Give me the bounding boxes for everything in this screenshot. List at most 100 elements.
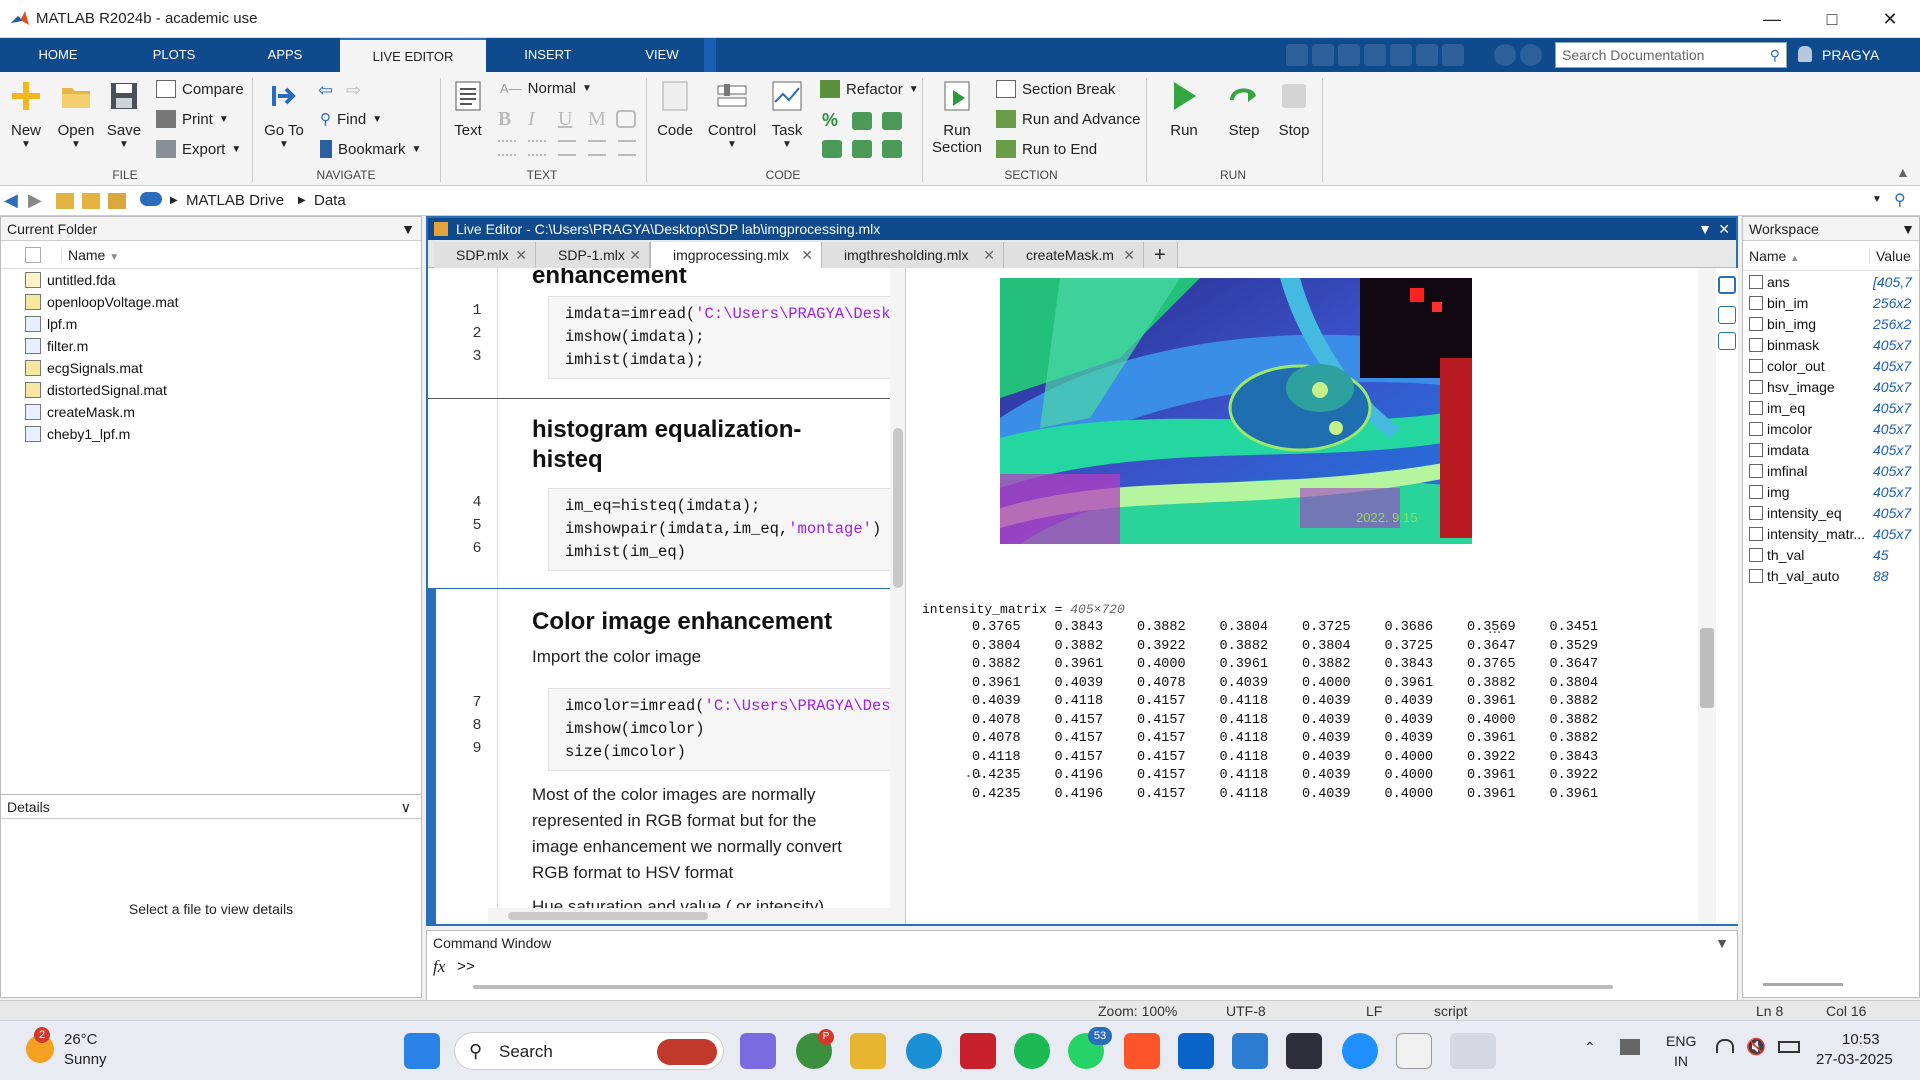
tab-home[interactable]: HOME xyxy=(20,38,96,72)
wifi-icon[interactable] xyxy=(1716,1039,1734,1053)
bold-button[interactable]: B xyxy=(498,108,511,131)
tab-close-icon[interactable]: ✕ xyxy=(983,242,995,268)
workspace-variable[interactable]: th_val 45 xyxy=(1743,544,1919,565)
mcafee-icon[interactable] xyxy=(960,1033,996,1069)
tab-apps[interactable]: APPS xyxy=(250,38,320,72)
workspace-variable[interactable]: intensity_eq 405x7 xyxy=(1743,502,1919,523)
text-style-dropdown[interactable]: A— Normal ▼ xyxy=(500,80,592,97)
compare-button[interactable]: Compare xyxy=(156,80,244,98)
align-left-icon[interactable] xyxy=(558,140,576,156)
figure-output[interactable]: 2022. 9.15 xyxy=(1000,278,1472,544)
tab-close-icon[interactable]: ✕ xyxy=(515,242,527,268)
code-block[interactable]: imdata=imread('C:\Users\PRAGYA\Deskt ims… xyxy=(548,296,905,379)
tab-close-icon[interactable]: ✕ xyxy=(629,242,641,268)
task-button[interactable]: Task ▼ xyxy=(764,80,810,150)
save-button[interactable]: Save ▼ xyxy=(104,80,144,150)
workspace-variable[interactable]: im_eq 405x7 xyxy=(1743,397,1919,418)
store-icon[interactable] xyxy=(1396,1033,1432,1069)
run-to-end-button[interactable]: Run to End xyxy=(996,140,1097,158)
tab-close-icon[interactable]: ✕ xyxy=(1123,242,1135,268)
file-item[interactable]: createMask.m xyxy=(1,401,421,423)
file-item[interactable]: cheby1_lpf.m xyxy=(1,423,421,445)
search-documentation-input[interactable]: Search Documentation ⚲ xyxy=(1555,42,1787,68)
run-and-advance-button[interactable]: Run and Advance xyxy=(996,110,1140,128)
matlab-taskbar-icon[interactable] xyxy=(1450,1033,1496,1069)
tab-view[interactable]: VIEW xyxy=(620,38,704,72)
search-folder-icon[interactable]: ⚲ xyxy=(1894,190,1906,210)
windows-start-icon[interactable] xyxy=(404,1033,440,1069)
ws-col-value[interactable]: Value xyxy=(1869,247,1911,264)
forward-icon[interactable]: ▶ xyxy=(28,190,42,211)
code-hscrollbar[interactable] xyxy=(488,908,905,924)
minimize-button[interactable]: — xyxy=(1744,0,1800,38)
taskbar-search[interactable]: ⚲ Search xyxy=(454,1032,724,1070)
clock-time[interactable]: 10:53 xyxy=(1842,1031,1880,1048)
spotify-icon[interactable] xyxy=(1014,1033,1050,1069)
forward-arrow-icon[interactable]: ⇨ xyxy=(346,80,366,100)
brave-icon[interactable] xyxy=(1124,1033,1160,1069)
workspace-variable[interactable]: bin_im 256x2 xyxy=(1743,292,1919,313)
tray-chevron-icon[interactable]: ⌃ xyxy=(1584,1039,1596,1056)
command-input[interactable] xyxy=(477,957,1727,979)
editor-menu-icon[interactable]: ▼ xyxy=(1698,218,1712,240)
bullet-list-icon[interactable] xyxy=(498,140,516,156)
panel-menu-icon[interactable]: ▼ xyxy=(401,217,415,241)
file-tab[interactable]: SDP.mlx ✕ xyxy=(434,242,536,268)
copy-quick-icon[interactable] xyxy=(1338,44,1360,66)
mathway-icon[interactable] xyxy=(1286,1033,1322,1069)
file-tab[interactable]: imgthresholding.mlx ✕ xyxy=(822,242,1004,268)
paste-quick-icon[interactable] xyxy=(1364,44,1386,66)
workspace-hscroll[interactable] xyxy=(1763,983,1843,986)
indent-icon[interactable] xyxy=(882,112,902,130)
switch-windows-icon[interactable] xyxy=(1442,44,1464,66)
file-item[interactable]: lpf.m xyxy=(1,313,421,335)
language-eng[interactable]: ENG xyxy=(1666,1033,1696,1049)
new-button[interactable]: New ▼ xyxy=(6,80,46,150)
user-menu[interactable]: PRAGYA xyxy=(1822,47,1879,63)
monospace-button[interactable]: M xyxy=(588,108,606,131)
code-button[interactable]: Code xyxy=(652,80,698,139)
column-name[interactable]: Name ▼ xyxy=(61,246,119,263)
file-tab-active[interactable]: imgprocessing.mlx ✕ xyxy=(650,242,822,268)
percent-icon[interactable]: % xyxy=(822,110,838,131)
output-scroll-thumb[interactable] xyxy=(1700,628,1714,708)
numbered-list-icon[interactable] xyxy=(528,140,546,156)
clear-format-icon[interactable] xyxy=(616,110,636,128)
folder-settings-icon[interactable] xyxy=(108,193,126,209)
workspace-variable[interactable]: hsv_image 405x7 xyxy=(1743,376,1919,397)
export-button[interactable]: Export ▼ xyxy=(156,140,241,158)
undo-quick-icon[interactable] xyxy=(1390,44,1412,66)
stop-button[interactable]: Stop xyxy=(1272,80,1316,139)
code-scrollbar[interactable] xyxy=(890,268,905,908)
output-inline-icon[interactable] xyxy=(1718,306,1736,324)
smart-indent-icon[interactable] xyxy=(822,140,842,158)
bell-icon[interactable] xyxy=(1798,46,1812,62)
breadcrumb-folder[interactable]: Data xyxy=(314,192,346,209)
up-folder-icon[interactable] xyxy=(56,193,74,209)
workspace-variable[interactable]: intensity_matr... 405x7 xyxy=(1743,523,1919,544)
editor-close-icon[interactable]: ✕ xyxy=(1718,218,1730,240)
close-button[interactable]: ✕ xyxy=(1862,0,1918,38)
find-button[interactable]: ⚲ Find ▼ xyxy=(320,110,382,129)
decrease-indent-icon[interactable] xyxy=(852,140,872,158)
back-arrow-icon[interactable]: ⇦ xyxy=(318,80,338,100)
language-region[interactable]: IN xyxy=(1674,1053,1688,1069)
file-explorer-icon[interactable] xyxy=(850,1033,886,1069)
address-dropdown-icon[interactable]: ▼ xyxy=(1872,194,1882,205)
open-button[interactable]: Open ▼ xyxy=(56,80,96,150)
file-tab[interactable]: createMask.m ✕ xyxy=(1004,242,1144,268)
italic-button[interactable]: I xyxy=(528,108,535,131)
tray-network-icon[interactable] xyxy=(1620,1039,1640,1055)
align-center-icon[interactable] xyxy=(588,140,606,156)
file-item[interactable]: filter.m xyxy=(1,335,421,357)
vscode-icon[interactable] xyxy=(1232,1033,1268,1069)
section-break-button[interactable]: Section Break xyxy=(996,80,1115,98)
code-block[interactable]: imcolor=imread('C:\Users\PRAGYA\Desk ims… xyxy=(548,688,905,771)
network-app-icon[interactable] xyxy=(1342,1033,1378,1069)
text-button[interactable]: Text xyxy=(448,80,488,139)
options-icon[interactable] xyxy=(1520,44,1542,66)
ws-col-name[interactable]: Name ▲ xyxy=(1743,248,1869,264)
file-item[interactable]: openloopVoltage.mat xyxy=(1,291,421,313)
align-right-icon[interactable] xyxy=(618,140,636,156)
go-to-button[interactable]: Go To ▼ xyxy=(262,80,306,150)
